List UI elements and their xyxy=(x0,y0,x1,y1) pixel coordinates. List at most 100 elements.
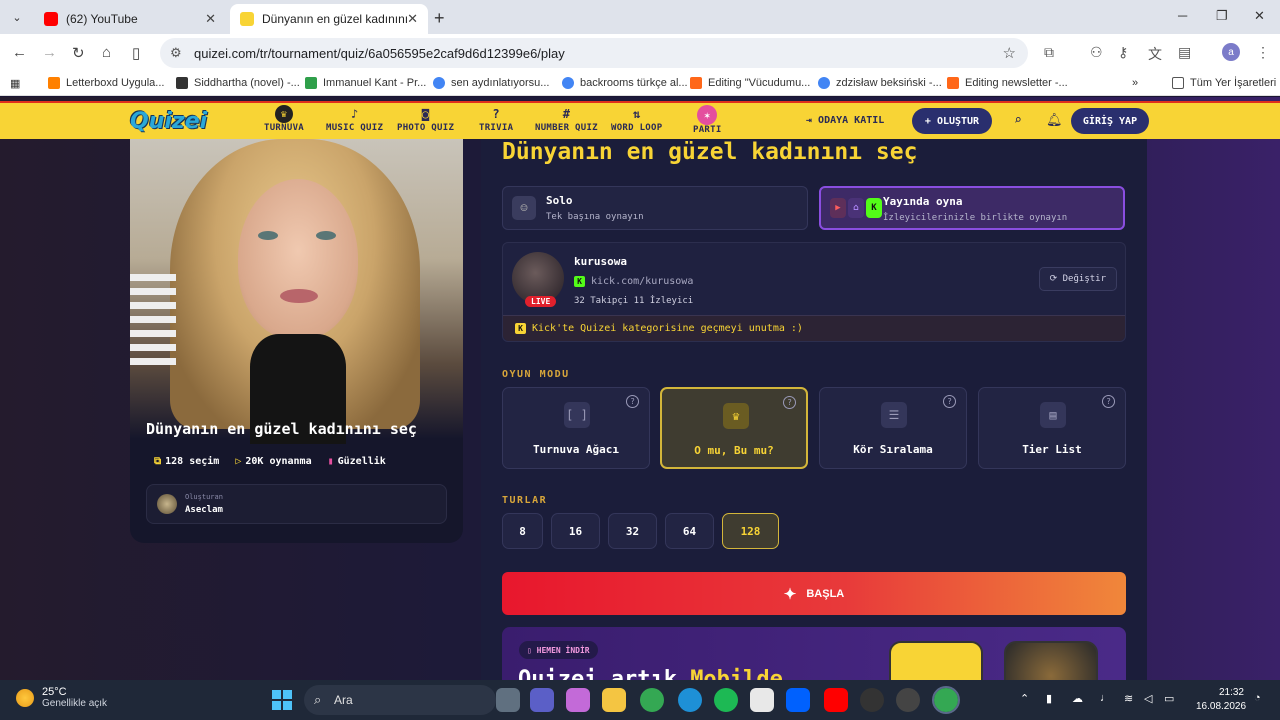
menu-icon[interactable]: ⋮ xyxy=(1256,44,1270,61)
tab-youtube[interactable]: (62) YouTube ✕ xyxy=(34,4,226,34)
wifi-icon[interactable]: ≋ xyxy=(1124,692,1133,705)
bookmark-item[interactable]: Letterboxd Uygula... xyxy=(48,77,164,89)
apps-grid-icon[interactable]: ▦ xyxy=(10,77,20,90)
clock[interactable]: 21:32 16.08.2026 xyxy=(1196,686,1246,714)
game-mode-tournament[interactable]: ? [ ] Turnuva Ağacı xyxy=(502,387,650,469)
round-option-selected[interactable]: 128 xyxy=(722,513,779,549)
all-bookmarks[interactable]: Tüm Yer İşaretleri xyxy=(1172,77,1276,89)
nav-label: WORD LOOP xyxy=(611,123,663,133)
nav-music-quiz[interactable]: ♪ MUSIC QUIZ xyxy=(326,105,383,133)
address-bar[interactable]: ⚙ quizei.com/tr/tournament/quiz/6a056595… xyxy=(160,38,1028,68)
home-icon[interactable]: ⌂ xyxy=(102,44,111,61)
store-icon[interactable] xyxy=(750,688,774,712)
game-mode-blind-ranking[interactable]: ? ☰ Kör Sıralama xyxy=(819,387,967,469)
bookmark-item[interactable]: zdzisław beksiński -... xyxy=(818,77,942,89)
taskbar-search[interactable]: ⌕ Ara xyxy=(304,685,496,715)
extension-icon[interactable]: ⚇ xyxy=(1090,44,1103,61)
help-icon[interactable]: ? xyxy=(783,396,796,409)
dropbox-icon[interactable] xyxy=(786,688,810,712)
reload-icon[interactable]: ↻ xyxy=(72,44,85,62)
cloud-icon[interactable]: ☁ xyxy=(1072,692,1083,705)
nav-photo-quiz[interactable]: ◙ PHOTO QUIZ xyxy=(397,105,454,133)
stream-mode-card[interactable]: ▶ ⌂ K Yayında oyna İzleyicilerinizle bir… xyxy=(819,186,1125,230)
gpu-icon[interactable]: ▮ xyxy=(1046,692,1052,705)
nav-number-quiz[interactable]: # NUMBER QUIZ xyxy=(535,105,598,133)
game-mode-tier-list[interactable]: ? ▤ Tier List xyxy=(978,387,1126,469)
notification-icon[interactable]: ◔ xyxy=(1254,692,1261,704)
nav-parti[interactable]: ✶ PARTI xyxy=(693,105,722,135)
more-bookmarks-icon[interactable]: » xyxy=(1132,77,1138,89)
maximize-icon[interactable]: ❐ xyxy=(1216,8,1228,24)
round-option[interactable]: 16 xyxy=(551,513,600,549)
close-tab-icon[interactable]: ✕ xyxy=(205,11,216,27)
battery-icon[interactable]: ▭ xyxy=(1164,692,1174,705)
tray-chevron-icon[interactable]: ⌃ xyxy=(1020,692,1029,705)
help-icon[interactable]: ? xyxy=(1102,395,1115,408)
password-key-icon[interactable]: ⚷ xyxy=(1118,44,1128,61)
file-explorer-icon[interactable] xyxy=(602,688,626,712)
youtube-icon: ▶ xyxy=(830,198,846,218)
join-room-button[interactable]: ⇥ ODAYA KATIL xyxy=(806,115,884,126)
new-tab-icon[interactable]: + xyxy=(434,8,445,29)
creator-box[interactable]: Oluşturan Aseclam xyxy=(146,484,447,524)
site-info-icon[interactable]: ⚙ xyxy=(170,45,182,61)
bookmark-item[interactable]: Siddhartha (novel) -... xyxy=(176,77,300,89)
bookmark-item[interactable]: Editing "Vücudumu... xyxy=(690,77,810,89)
bookmark-item[interactable]: Editing newsletter -... xyxy=(947,77,1068,89)
weather-widget[interactable]: 25°C Genellikle açık xyxy=(16,686,107,709)
round-option[interactable]: 32 xyxy=(608,513,657,549)
nav-label: PARTI xyxy=(693,125,722,135)
chatgpt-icon[interactable] xyxy=(860,688,884,712)
copilot-icon[interactable] xyxy=(566,688,590,712)
teams-icon[interactable] xyxy=(530,688,554,712)
task-view-icon[interactable] xyxy=(496,688,520,712)
close-window-icon[interactable]: ✕ xyxy=(1254,8,1265,24)
mobile-promo-banner[interactable]: ▯ HEMEN İNDİR Quizei artık Mobilde xyxy=(502,627,1126,680)
minimize-icon[interactable]: ─ xyxy=(1178,8,1187,23)
close-tab-icon[interactable]: ✕ xyxy=(407,11,418,27)
nav-word-loop[interactable]: ⇅ WORD LOOP xyxy=(611,105,662,133)
nav-trivia[interactable]: ? TRIVIA xyxy=(479,105,513,133)
nav-label: MUSIC QUIZ xyxy=(326,123,384,133)
category-stat[interactable]: ▮ Güzellik xyxy=(328,456,386,467)
profile-avatar[interactable]: a xyxy=(1222,43,1240,61)
solo-mode-card[interactable]: ☺ Solo Tek başına oynayın xyxy=(502,186,808,230)
youtube-icon[interactable] xyxy=(824,688,848,712)
extensions-icon[interactable]: ⧉ xyxy=(1044,44,1054,61)
trophy-icon: ♛ xyxy=(275,105,294,123)
chrome-active-icon[interactable] xyxy=(932,686,960,714)
start-button[interactable]: ✦ BAŞLA xyxy=(502,572,1126,615)
help-icon[interactable]: ? xyxy=(943,395,956,408)
chrome-icon[interactable] xyxy=(640,688,664,712)
forward-icon[interactable]: → xyxy=(42,44,57,61)
quizei-logo[interactable]: Quizei xyxy=(130,109,207,134)
edge-icon[interactable] xyxy=(678,688,702,712)
tab-quizei[interactable]: Dünyanın en güzel kadınını seç ✕ xyxy=(230,4,428,34)
bookmark-item[interactable]: sen aydınlatıyorsu... xyxy=(433,77,549,89)
change-streamer-button[interactable]: ⟳ Değiştir xyxy=(1038,267,1117,291)
streamer-url[interactable]: Kkick.com/kurusowa xyxy=(574,276,693,287)
reading-mode-icon[interactable]: ▤ xyxy=(1178,44,1191,61)
help-icon[interactable]: ? xyxy=(626,395,639,408)
steam-icon[interactable] xyxy=(896,688,920,712)
bookmark-item[interactable]: Immanuel Kant - Pr... xyxy=(305,77,426,89)
bookmark-star-icon[interactable]: ☆ xyxy=(1003,44,1016,62)
microphone-icon[interactable]: ♩ xyxy=(1100,692,1111,704)
round-option[interactable]: 8 xyxy=(502,513,543,549)
search-icon[interactable]: ⌕ xyxy=(1014,113,1022,128)
game-mode-this-or-that[interactable]: ? ♛ O mu, Bu mu? xyxy=(660,387,808,469)
round-option[interactable]: 64 xyxy=(665,513,714,549)
nav-turnuva[interactable]: ♛ TURNUVA xyxy=(264,105,304,133)
translate-icon[interactable]: 文 xyxy=(1148,44,1162,64)
volume-icon[interactable]: ◁ xyxy=(1144,692,1152,705)
sidebar-icon[interactable]: ▯ xyxy=(132,44,140,62)
bell-icon[interactable]: 🔔︎ xyxy=(1046,113,1063,128)
create-button[interactable]: + OLUŞTUR xyxy=(912,108,992,134)
tab-search-button[interactable]: ⌄ xyxy=(6,7,28,27)
back-icon[interactable]: ← xyxy=(12,44,27,61)
bracket-icon: [ ] xyxy=(564,402,590,428)
bookmark-item[interactable]: backrooms türkçe al... xyxy=(562,77,688,89)
windows-start-icon[interactable] xyxy=(272,690,292,710)
spotify-icon[interactable] xyxy=(714,688,738,712)
login-button[interactable]: GİRİŞ YAP xyxy=(1071,108,1149,134)
